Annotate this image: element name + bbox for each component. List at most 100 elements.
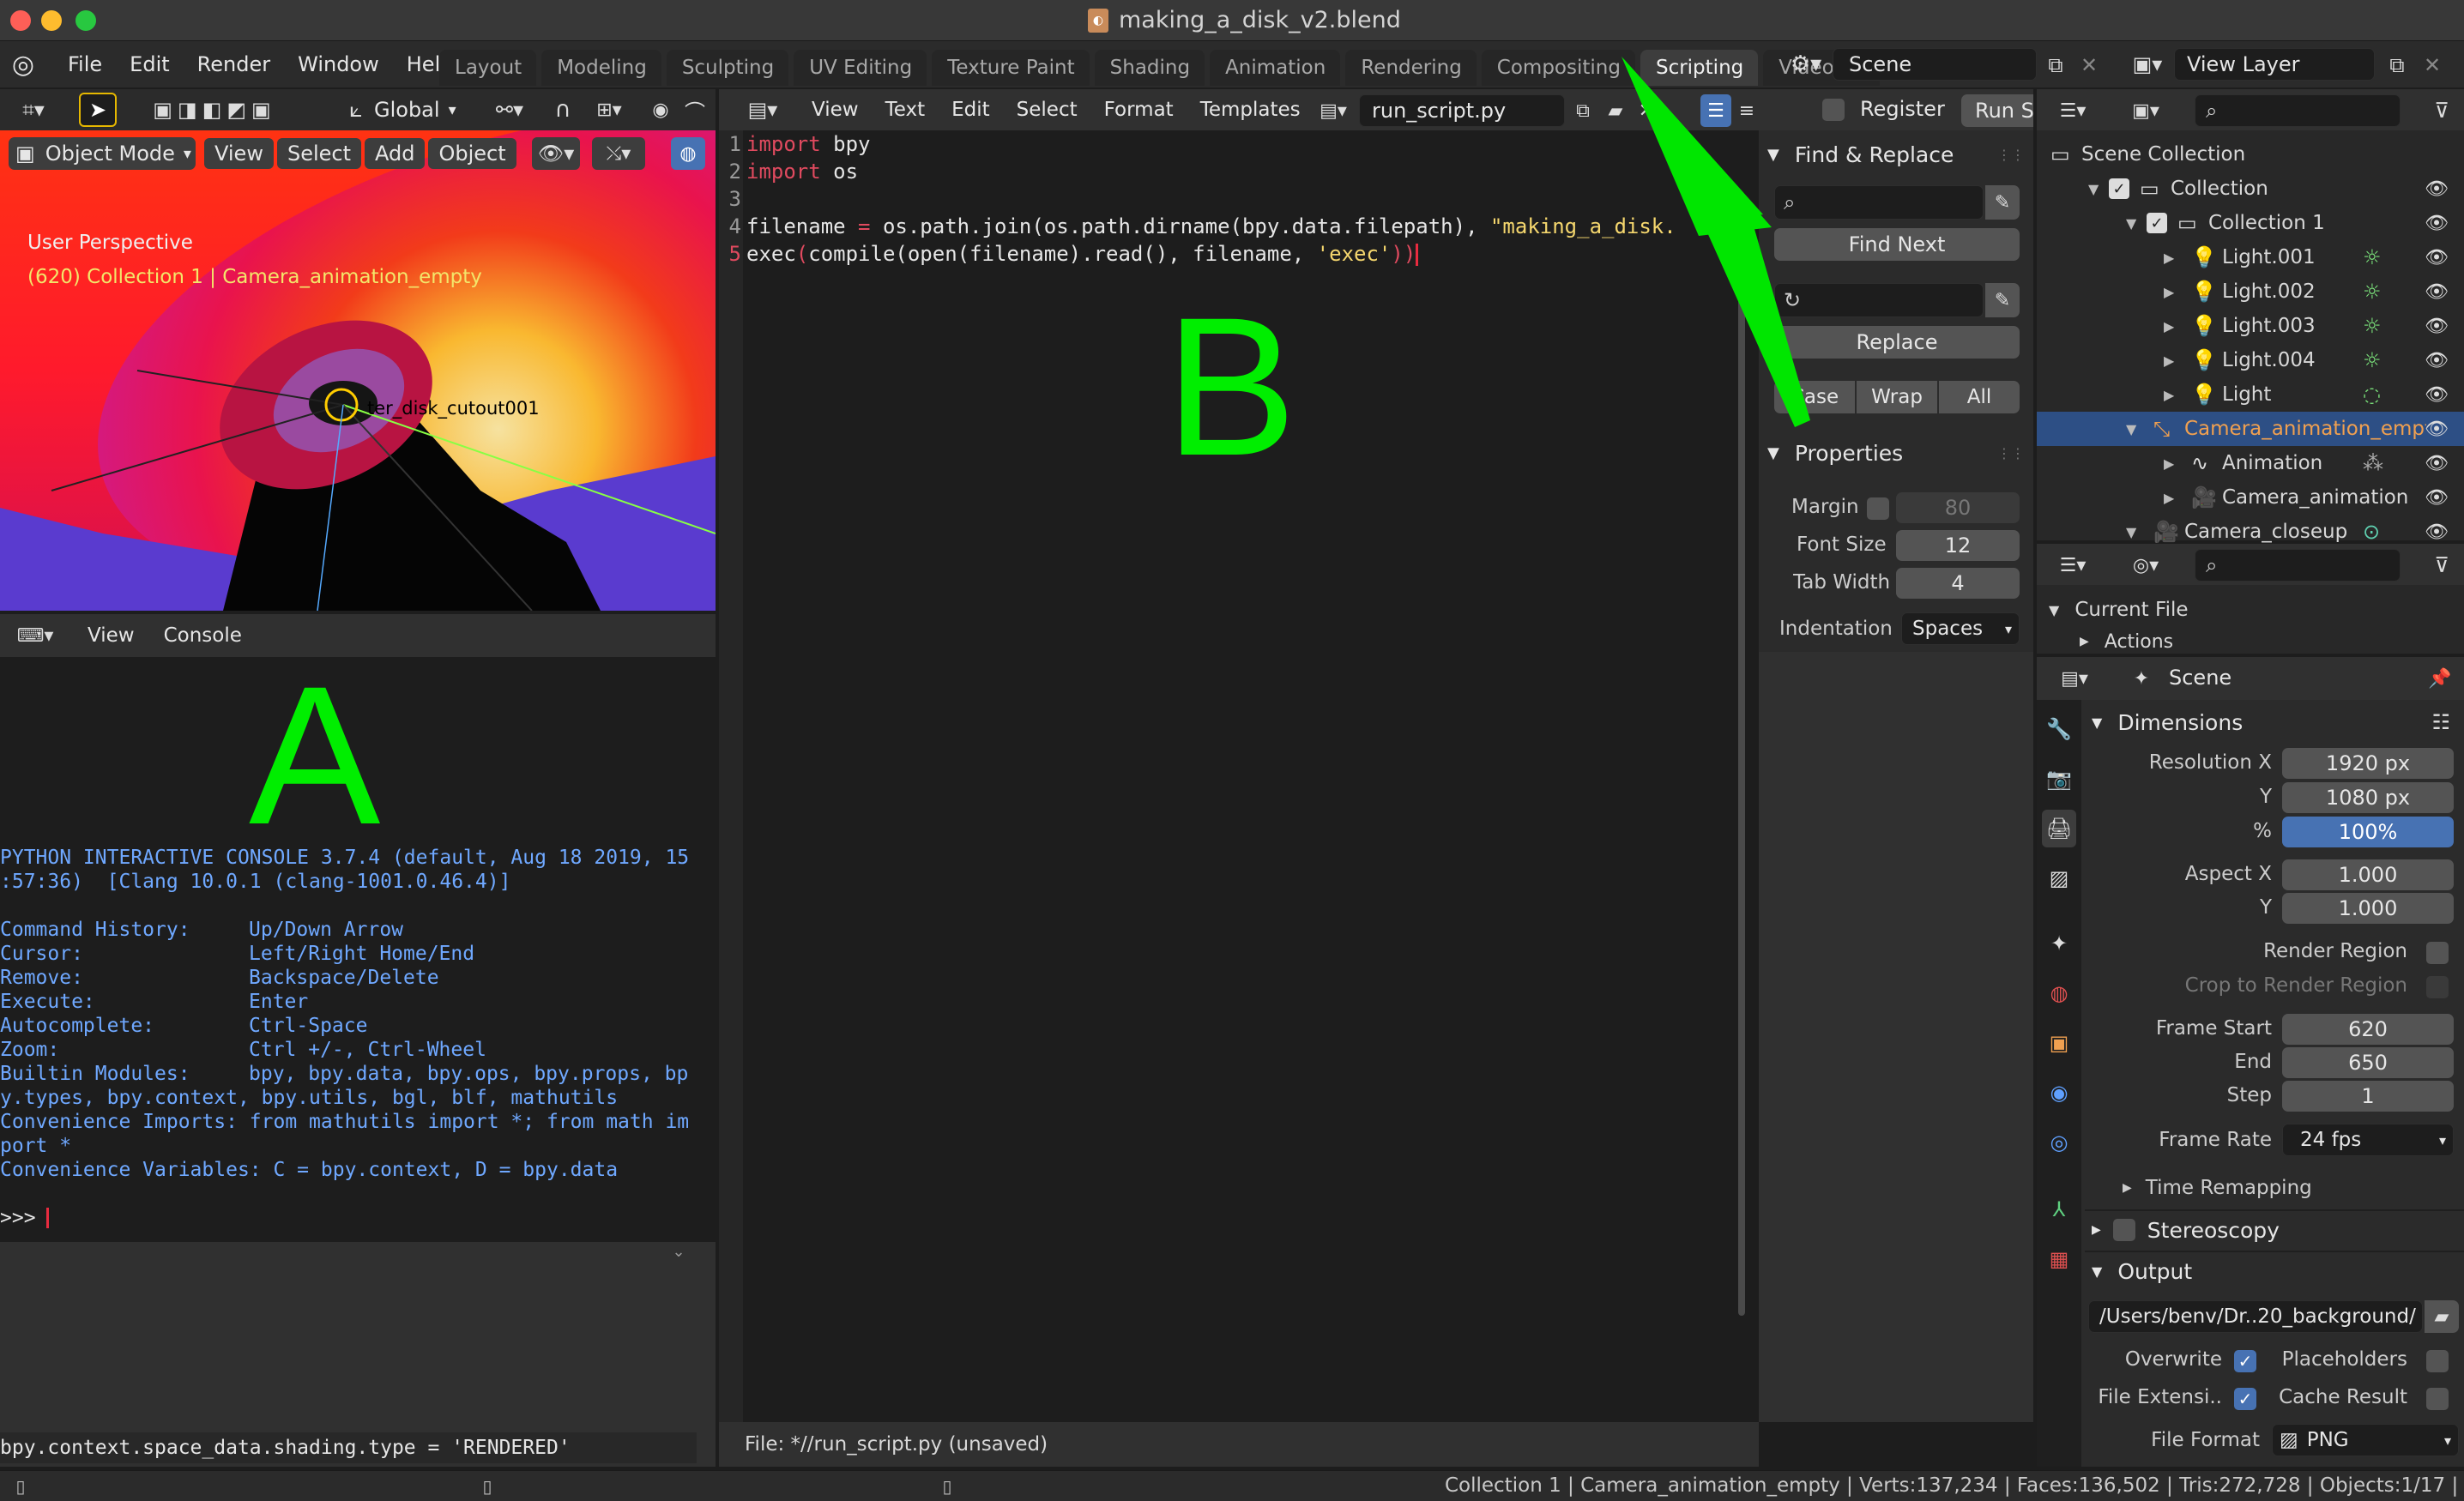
sun-data-icon[interactable]: ☼: [2363, 348, 2382, 372]
resolution-percent-field[interactable]: 100%: [2282, 817, 2454, 847]
expand-arrow-icon[interactable]: ▶: [2164, 318, 2174, 335]
snap-target-icon[interactable]: ⊞▾: [583, 94, 635, 125]
expand-arrow-icon[interactable]: ▼: [2126, 524, 2136, 540]
current-file-row[interactable]: ▼ Current File: [2049, 595, 2189, 624]
exclude-checkbox[interactable]: ✓: [2109, 178, 2129, 199]
new-view-layer-icon[interactable]: ⧉: [2383, 51, 2411, 79]
outliner-row[interactable]: ▶ ∿ Animation ⁂ 👁: [2037, 446, 2464, 480]
delete-view-layer-icon[interactable]: ✕: [2419, 51, 2445, 79]
maximize-window-button[interactable]: [75, 10, 96, 31]
eye-icon[interactable]: 👁: [2425, 521, 2449, 543]
tab-sculpting[interactable]: Sculpting: [666, 50, 789, 86]
view-layer-browse-icon[interactable]: ▣▾: [2124, 50, 2171, 79]
file-extensions-checkbox[interactable]: ✓: [2234, 1388, 2256, 1410]
stereoscopy-checkbox[interactable]: [2112, 1219, 2135, 1241]
text-menu-format[interactable]: Format: [1090, 99, 1187, 121]
text-menu-templates[interactable]: Templates: [1187, 99, 1314, 121]
indentation-dropdown[interactable]: Spaces ▾: [1901, 612, 2020, 645]
anim-data-icon[interactable]: ⁂: [2363, 451, 2383, 475]
pin-icon[interactable]: 📌: [2425, 664, 2455, 693]
aspect-x-field[interactable]: 1.000: [2282, 859, 2454, 890]
output-icon[interactable]: 🖨: [2042, 810, 2076, 847]
menu-render[interactable]: Render: [183, 52, 283, 76]
physics-icon[interactable]: ◉: [2042, 1074, 2076, 1112]
eye-icon[interactable]: 👁: [2425, 384, 2449, 406]
tab-rendering[interactable]: Rendering: [1345, 50, 1477, 86]
constraints-icon[interactable]: ◎: [2042, 1124, 2076, 1161]
view-layer-icon[interactable]: ▨: [2042, 859, 2076, 897]
frame-end-field[interactable]: 650: [2282, 1047, 2454, 1078]
eye-icon[interactable]: 👁: [2425, 213, 2449, 234]
menu-edit[interactable]: Edit: [115, 52, 182, 76]
folder-icon[interactable]: ▰: [2425, 1300, 2459, 1333]
expand-arrow-icon[interactable]: ▶: [2164, 353, 2174, 369]
outliner-row[interactable]: ▭ Scene Collection: [2037, 137, 2464, 172]
eyedropper-icon[interactable]: ✎: [1985, 185, 2020, 220]
tab-width-field[interactable]: 4: [1896, 568, 2020, 599]
tab-modeling[interactable]: Modeling: [541, 50, 661, 86]
eye-icon[interactable]: 👁: [2425, 247, 2449, 268]
expand-arrow-icon[interactable]: ▶: [2164, 250, 2174, 266]
text-editor-type-icon[interactable]: ▤▾: [738, 94, 788, 125]
select-box-mode-icon[interactable]: ▣◨◧◩▣: [146, 94, 283, 125]
code-line[interactable]: 2 import os: [719, 158, 1731, 185]
expand-arrow-icon[interactable]: ▶: [2164, 284, 2174, 300]
outliner-row[interactable]: ▶ 💡 Light ◌ 👁: [2037, 377, 2464, 412]
delete-scene-icon[interactable]: ✕: [2076, 51, 2102, 79]
eye-icon[interactable]: 👁: [2425, 453, 2449, 474]
info-collapse-icon[interactable]: ⌄: [666, 1242, 691, 1261]
new-scene-icon[interactable]: ⧉: [2042, 51, 2069, 79]
output-path-field[interactable]: /Users/benv/Dr..20_background/: [2088, 1300, 2423, 1333]
outliner-search[interactable]: ⌕: [2195, 94, 2401, 127]
falloff-icon[interactable]: ⌒: [679, 94, 710, 125]
tab-animation[interactable]: Animation: [1210, 50, 1341, 86]
crop-region-checkbox[interactable]: [2426, 976, 2449, 998]
code-line[interactable]: 1 import bpy: [719, 130, 1731, 158]
object-data-icon[interactable]: ⅄: [2042, 1191, 2076, 1228]
sun-data-icon[interactable]: ☼: [2363, 280, 2382, 304]
eye-icon[interactable]: 👁: [2425, 316, 2449, 337]
object-icon[interactable]: ▣: [2042, 1024, 2076, 1062]
overwrite-checkbox[interactable]: ✓: [2234, 1350, 2256, 1372]
transform-orientation-icon[interactable]: ⟀: [341, 94, 371, 125]
viewport-menu-object[interactable]: Object: [428, 138, 516, 169]
resolution-y-field[interactable]: 1080 px: [2282, 782, 2454, 813]
expand-arrow-icon[interactable]: ▶: [2164, 490, 2174, 506]
aspect-y-field[interactable]: 1.000: [2282, 893, 2454, 924]
margin-field[interactable]: 80: [1896, 492, 2020, 523]
console-output[interactable]: PYTHON INTERACTIVE CONSOLE 3.7.4 (defaul…: [0, 846, 716, 1230]
tab-texture-paint[interactable]: Texture Paint: [932, 50, 1090, 86]
eye-icon[interactable]: 👁: [2425, 487, 2449, 509]
drag-handle-icon[interactable]: ⋮⋮: [1997, 147, 2025, 163]
drag-handle-icon[interactable]: ⋮⋮: [1997, 445, 2025, 461]
outliner-row[interactable]: ▼ ⤡ Camera_animation_empty 👁: [2037, 412, 2464, 446]
sun-data-icon[interactable]: ☼: [2363, 314, 2382, 338]
tab-uv-editing[interactable]: UV Editing: [794, 50, 927, 86]
text-menu-edit[interactable]: Edit: [938, 99, 1003, 121]
font-size-field[interactable]: 12: [1896, 530, 2020, 561]
console-editor-type-icon[interactable]: ⌨▾: [10, 621, 60, 650]
world-icon[interactable]: ◍: [2042, 974, 2076, 1012]
outliner-row[interactable]: ▶ 💡 Light.001 ☼ 👁: [2037, 240, 2464, 274]
outliner-row[interactable]: ▶ 💡 Light.004 ☼ 👁: [2037, 343, 2464, 377]
blender-logo-icon[interactable]: ◎: [7, 50, 39, 80]
minimize-window-button[interactable]: [41, 10, 62, 31]
outliner-row[interactable]: ▼ ✓ ▭ Collection 👁: [2037, 172, 2464, 206]
eye-icon[interactable]: 👁: [2425, 178, 2449, 200]
viewport-menu-add[interactable]: Add: [365, 138, 426, 169]
cache-result-checkbox[interactable]: [2426, 1388, 2449, 1410]
eye-icon[interactable]: 👁: [2425, 281, 2449, 303]
expand-arrow-icon[interactable]: ▼: [2126, 421, 2136, 437]
console-prompt-line[interactable]: >>>: [0, 1206, 716, 1230]
gizmo-icon[interactable]: ⤯▾: [592, 137, 645, 170]
time-remapping-row[interactable]: ▶ Time Remapping: [2123, 1173, 2312, 1203]
outliner-editor-type-icon[interactable]: ☰▾: [2049, 96, 2097, 125]
viewport-menu-view[interactable]: View: [204, 138, 274, 169]
orientation-dropdown[interactable]: Global ▾: [374, 94, 475, 125]
pivot-point-icon[interactable]: ⚯▾: [487, 94, 532, 125]
filter-icon[interactable]: ⊽: [2426, 96, 2457, 125]
margin-checkbox[interactable]: [1867, 497, 1889, 520]
viewport-menu-select[interactable]: Select: [276, 138, 361, 169]
placeholders-checkbox[interactable]: [2426, 1350, 2449, 1372]
text-browse-icon[interactable]: ▤▾: [1311, 96, 1356, 125]
